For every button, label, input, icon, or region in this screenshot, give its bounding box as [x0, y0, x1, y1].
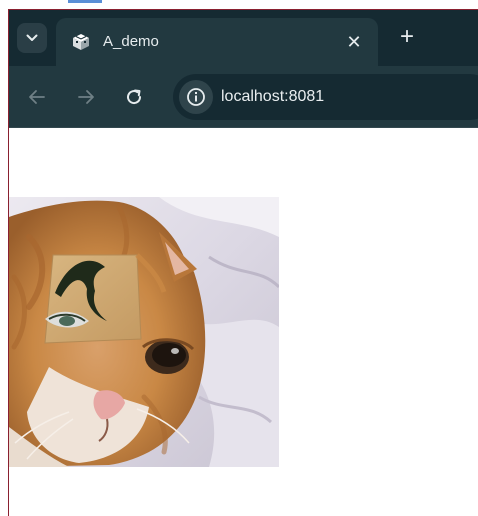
site-info-button[interactable] — [179, 80, 213, 114]
reload-button[interactable] — [120, 83, 148, 111]
screen-top-strip — [0, 0, 478, 9]
tab-strip: A_demo ✕ + — [9, 10, 478, 66]
tab-close-button[interactable]: ✕ — [342, 30, 366, 54]
tab-title: A_demo — [103, 33, 159, 50]
plus-icon: + — [399, 23, 414, 50]
cat-photo — [9, 197, 279, 467]
url-text[interactable]: localhost:8081 — [221, 88, 324, 106]
address-bar[interactable]: localhost:8081 — [173, 74, 478, 120]
new-tab-button[interactable]: + — [393, 24, 421, 52]
game-logo-icon — [73, 34, 89, 50]
back-button[interactable] — [23, 83, 51, 111]
arrow-right-icon — [78, 90, 94, 104]
reload-icon — [127, 89, 142, 105]
tab-search-button[interactable] — [17, 23, 47, 53]
arrow-left-icon — [29, 90, 45, 104]
info-icon — [187, 88, 205, 106]
chevron-down-icon — [26, 34, 38, 41]
top-accent-bar — [68, 0, 102, 3]
forward-button[interactable] — [72, 83, 100, 111]
page-content — [9, 128, 478, 516]
cat-image — [9, 197, 279, 467]
tab-a-demo[interactable]: A_demo ✕ — [56, 18, 378, 66]
browser-window: A_demo ✕ + localhost:8081 — [8, 9, 478, 516]
browser-toolbar: localhost:8081 — [9, 66, 478, 128]
close-icon: ✕ — [346, 32, 362, 52]
